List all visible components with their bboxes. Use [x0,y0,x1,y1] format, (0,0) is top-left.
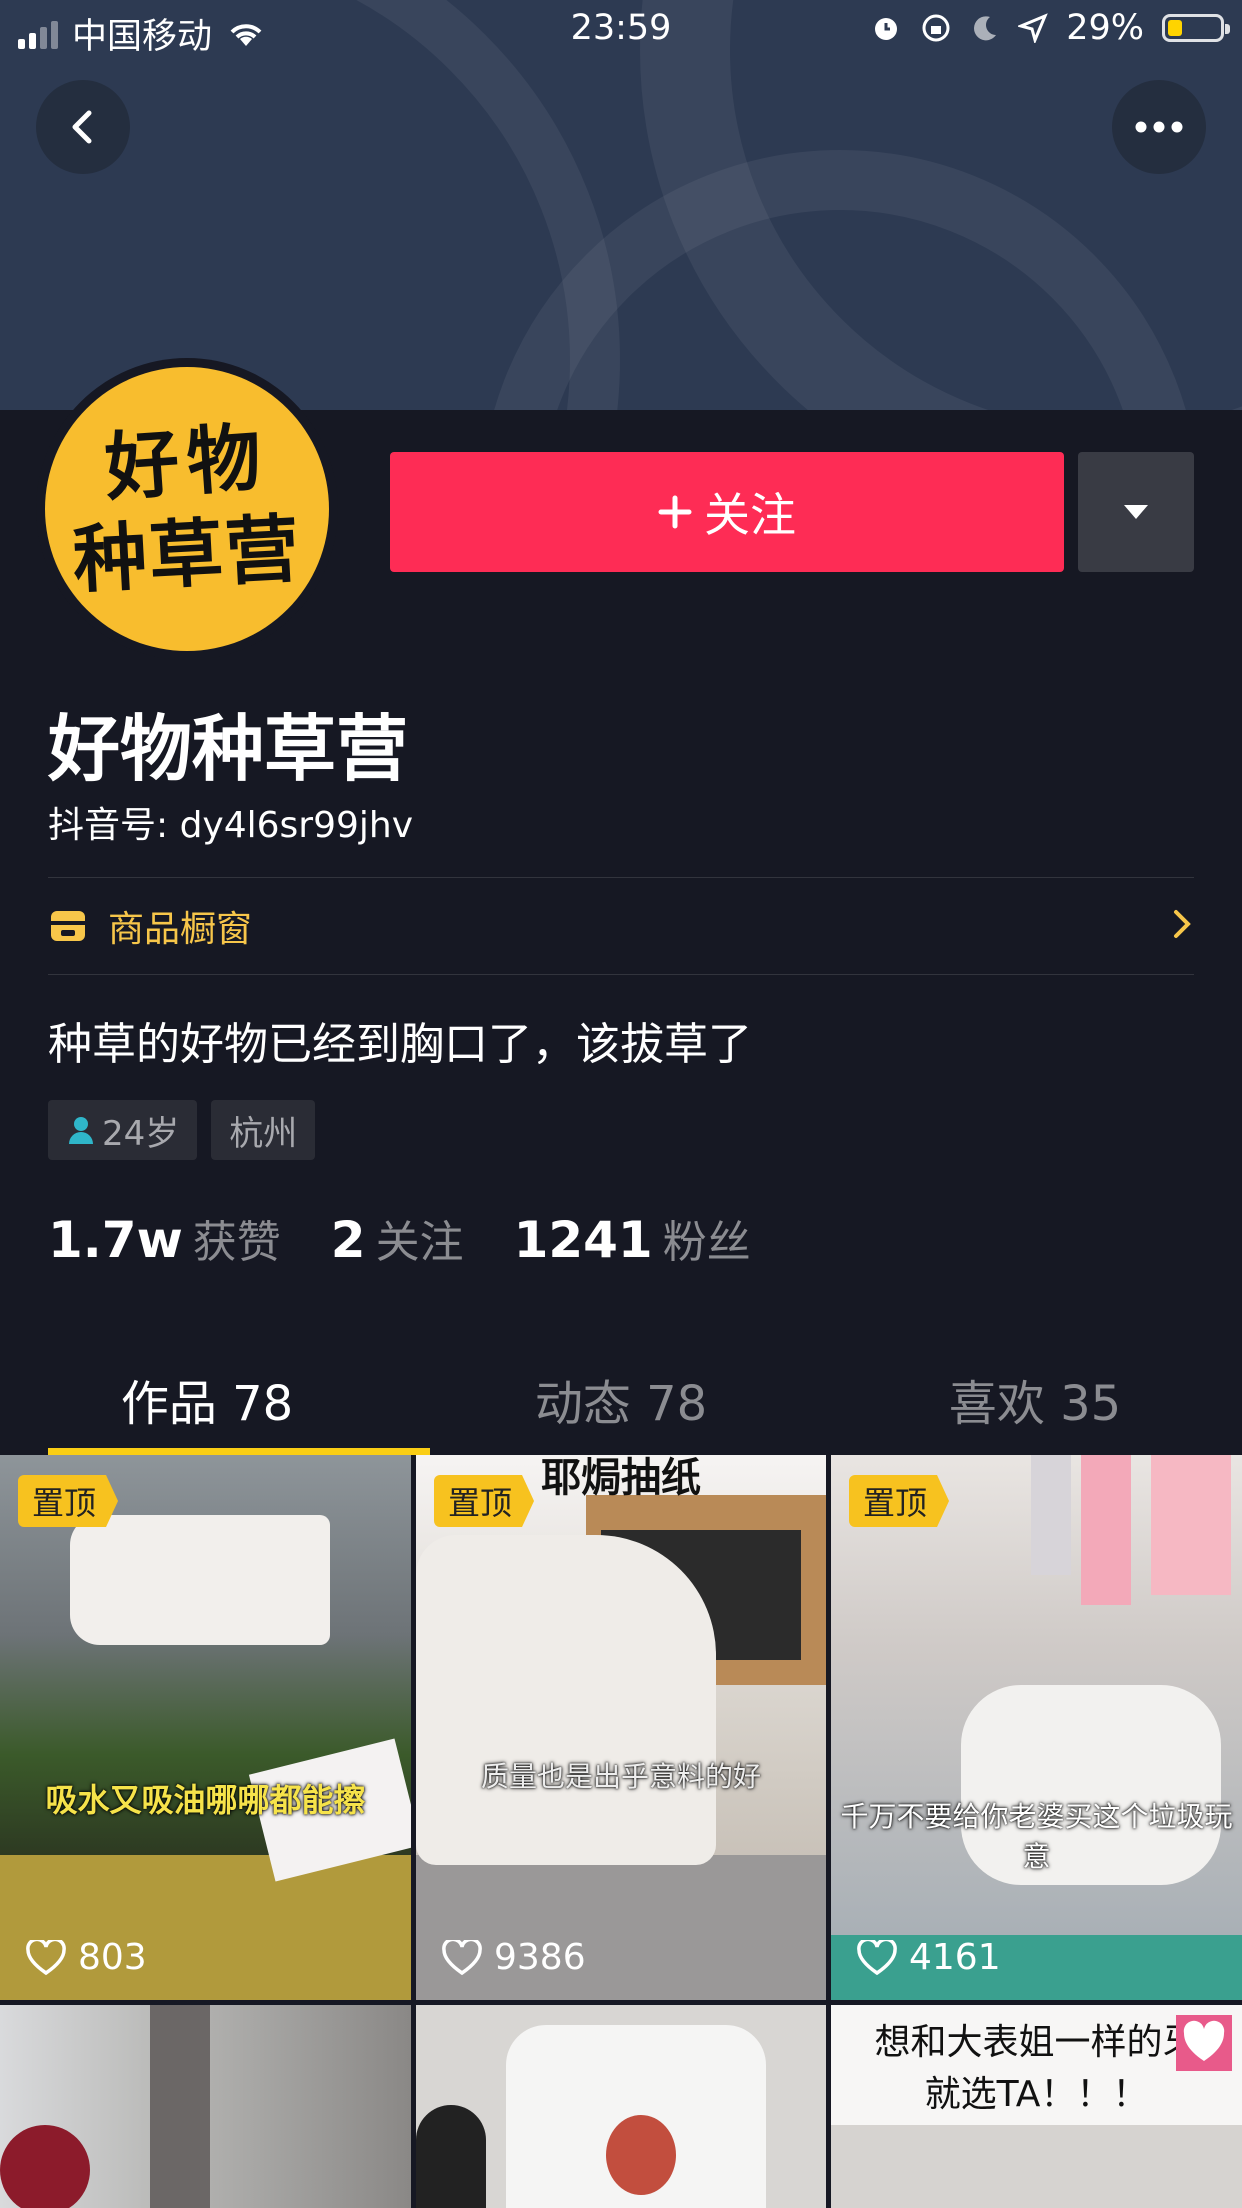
like-count: 4161 [857,1937,1001,1978]
thumbnail-image [150,2005,210,2208]
shop-window-label: 商品橱窗 [108,909,253,950]
thumbnail-image [416,1535,716,1865]
thumbnail-image [70,1515,330,1645]
heart-icon [1176,2015,1232,2071]
video-caption: 千万不要给你老婆买这个垃圾玩意 [840,1800,1233,1873]
tab-likes[interactable]: 喜欢 35 [828,1350,1242,1456]
like-count-value: 4161 [909,1937,1001,1978]
more-horizontal-icon [1135,121,1183,133]
shop-icon [51,911,85,941]
like-count: 9386 [442,1937,586,1978]
thumbnail-image [0,2125,90,2208]
pinned-badge: 置顶 [18,1475,119,1527]
video-thumbnail[interactable]: 耶焗抽纸 质量也是出乎意料的好 置顶 9386 [416,1455,826,2000]
thumbnail-image [606,2115,676,2195]
video-caption: 质量也是出乎意料的好 [480,1760,761,1793]
profile-tags: 24岁 杭州 [48,1100,316,1160]
chevron-right-icon [1174,910,1191,938]
moon-icon [974,16,997,41]
video-thumbnail[interactable]: 千万不要给你老婆买这个垃圾玩意 置顶 4161 [831,1455,1242,2000]
city-tag: 杭州 [211,1100,316,1160]
banner-decoration [0,0,620,410]
rotation-lock-icon [922,14,950,42]
plus-icon [658,495,692,529]
likes-count: 1.7w [48,1211,183,1269]
profile-stats: 1.7w 获赞 2 关注 1241 粉丝 [48,1206,801,1270]
tab-works[interactable]: 作品 78 [0,1350,414,1456]
caret-down-icon [1124,505,1148,519]
avatar-image: 好物 种草营 [45,367,329,651]
divider [48,974,1194,975]
followers-stat[interactable]: 1241 粉丝 [514,1206,751,1270]
following-count: 2 [330,1211,366,1269]
likes-label: 获赞 [192,1217,281,1268]
status-bar: 中国移动 23:59 29% [0,0,1242,60]
content-tabs: 作品 78 动态 78 喜欢 35 [0,1350,1242,1456]
douyin-id: 抖音号: dy4l6sr99jhv [48,805,414,846]
profile-banner [0,0,1242,410]
pinned-badge: 置顶 [434,1475,535,1527]
location-icon [1018,13,1048,43]
followers-label: 粉丝 [662,1217,751,1268]
avatar-text: 种草营 [70,506,304,604]
thumbnail-image [416,2105,486,2208]
video-thumbnail[interactable] [416,2005,826,2208]
profile-page: 中国移动 23:59 29% 好物 种草营 关注 好物种草营 抖音号: dy4l… [0,0,1242,2208]
chevron-left-icon [72,110,92,144]
more-button[interactable] [1112,80,1206,174]
age-label: 24岁 [102,1113,180,1154]
avatar[interactable]: 好物 种草营 [36,358,338,660]
tab-moments[interactable]: 动态 78 [414,1350,828,1456]
follow-label: 关注 [704,488,796,542]
battery-percent: 29% [1066,8,1144,48]
avatar-text: 好物 [102,414,272,512]
city-label: 杭州 [229,1113,298,1154]
video-thumbnail[interactable] [0,2005,411,2208]
recommend-dropdown-button[interactable] [1078,452,1194,572]
following-stat[interactable]: 2 关注 [331,1206,464,1270]
thumbnail-image [1031,1455,1071,1575]
thumbnail-image [831,2125,1242,2208]
profile-bio: 种草的好物已经到胸口了，该拔草了 [48,1019,752,1070]
follow-button[interactable]: 关注 [390,452,1064,572]
video-thumbnail[interactable]: 想和大表姐一样的牙 就选TA！！！ [831,2005,1242,2208]
like-count-value: 9386 [494,1937,586,1978]
video-thumbnail[interactable]: 吸水又吸油哪哪都能擦 置顶 803 [0,1455,411,2000]
following-label: 关注 [375,1217,464,1268]
video-caption: 吸水又吸油哪哪都能擦 [45,1781,366,1819]
heart-icon [857,1939,897,1975]
likes-stat[interactable]: 1.7w 获赞 [48,1206,281,1270]
pinned-badge: 置顶 [849,1475,950,1527]
age-tag: 24岁 [48,1100,198,1160]
shop-window-row[interactable]: 商品橱窗 [48,878,1194,974]
alarm-icon [875,18,898,40]
tab-indicator [48,1448,430,1455]
back-button[interactable] [36,80,130,174]
followers-count: 1241 [513,1211,653,1269]
person-icon [69,1117,93,1144]
heart-icon [26,1939,66,1975]
like-count-value: 803 [78,1937,147,1978]
like-count: 803 [26,1937,147,1978]
thumbnail-image [1081,1455,1131,1605]
thumbnail-image [1151,1455,1231,1595]
battery-icon [1162,14,1230,42]
heart-icon [442,1939,482,1975]
profile-name: 好物种草营 [48,707,409,791]
